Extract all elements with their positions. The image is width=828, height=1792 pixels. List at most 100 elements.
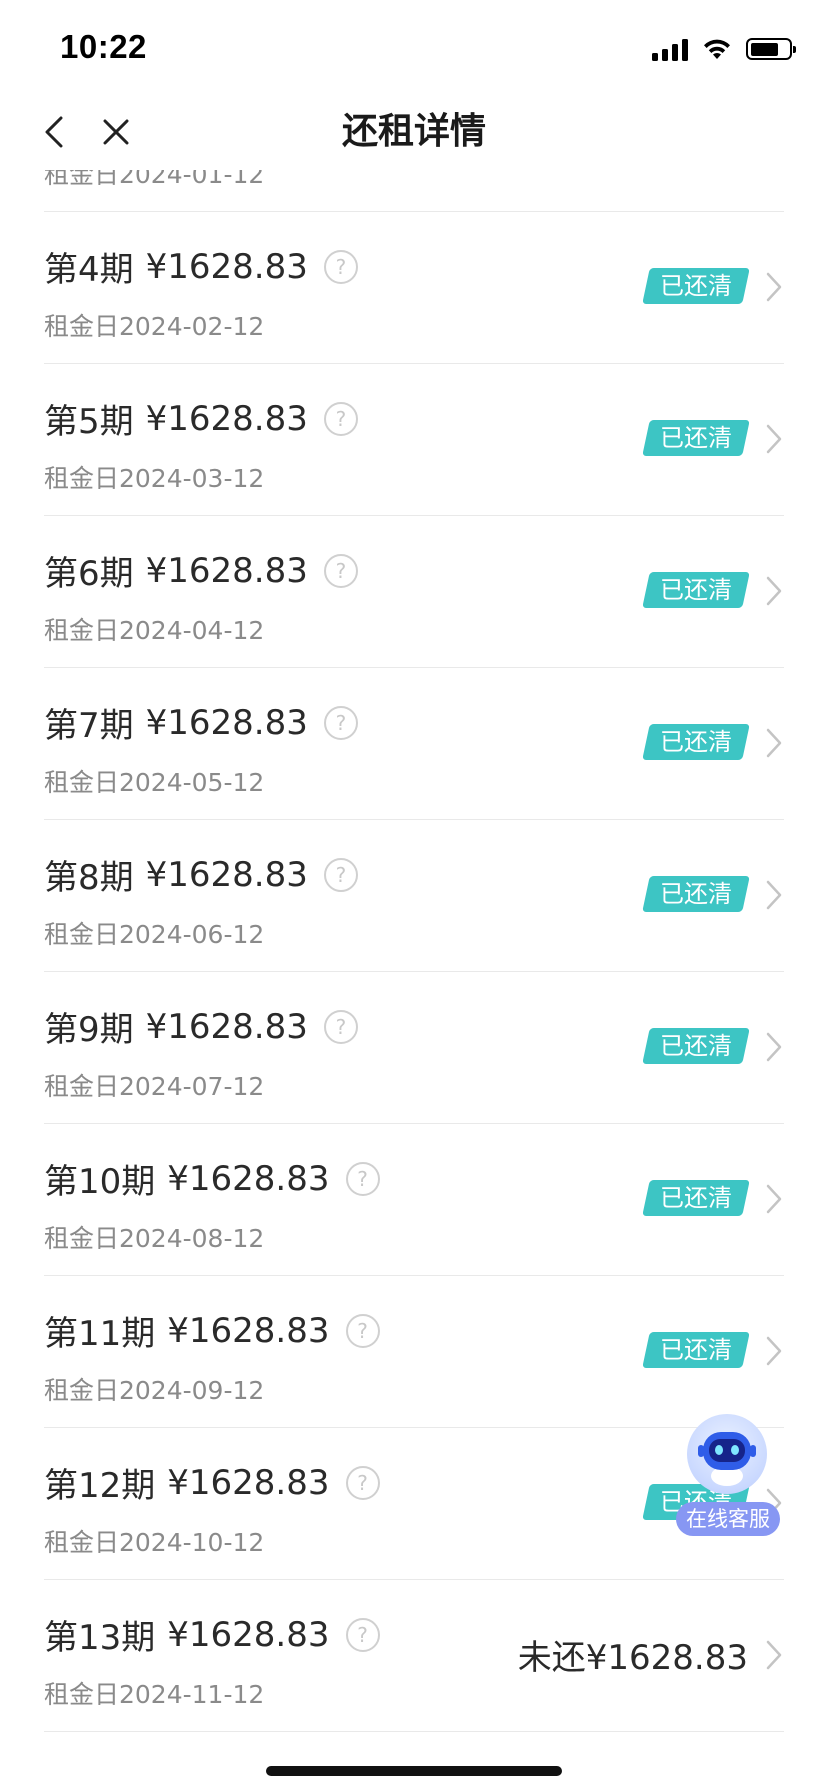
online-service-button[interactable]: 在线客服 xyxy=(672,1414,782,1538)
installment-period: 第7期 xyxy=(44,706,134,746)
installment-period: 第13期 xyxy=(44,1618,156,1658)
chevron-right-icon[interactable] xyxy=(764,1182,784,1216)
help-icon[interactable]: ? xyxy=(323,1009,358,1044)
installment-amount: ¥1628.83 xyxy=(167,1310,330,1351)
status-badge-label: 已还清 xyxy=(660,576,732,604)
installment-row[interactable]: 租金日2024-01-12已还清 xyxy=(44,170,784,212)
status-badge: 已还清 xyxy=(642,876,750,912)
chevron-right-icon[interactable] xyxy=(764,422,784,456)
installment-title: 第12期 ¥1628.83? xyxy=(44,1458,380,1507)
status-badge: 已还清 xyxy=(642,420,750,456)
help-icon[interactable]: ? xyxy=(345,1161,380,1196)
status-badge-label: 已还清 xyxy=(660,424,732,452)
help-icon[interactable]: ? xyxy=(323,857,358,892)
installment-title: 第11期 ¥1628.83? xyxy=(44,1306,380,1355)
rent-date: 租金日2024-09-12 xyxy=(44,1376,265,1405)
rent-date: 租金日2024-11-12 xyxy=(44,1680,265,1709)
chevron-right-icon[interactable] xyxy=(764,1334,784,1368)
status-badge: 已还清 xyxy=(642,1180,750,1216)
status-badge-label: 已还清 xyxy=(660,1032,732,1060)
installment-title: 第13期 ¥1628.83? xyxy=(44,1610,380,1659)
status-badge-label: 已还清 xyxy=(660,1184,732,1212)
rent-date: 租金日2024-10-12 xyxy=(44,1528,265,1557)
installment-row[interactable]: 第7期 ¥1628.83? 租金日2024-05-12 已还清 xyxy=(44,668,784,820)
status-badge-label: 已还清 xyxy=(660,728,732,756)
help-icon[interactable]: ? xyxy=(323,401,358,436)
help-icon[interactable]: ? xyxy=(323,705,358,740)
status-badge: 已还清 xyxy=(642,572,750,608)
installment-period: 第10期 xyxy=(44,1162,156,1202)
installment-amount: ¥1628.83 xyxy=(145,702,308,743)
rent-date: 租金日2024-02-12 xyxy=(44,312,265,341)
installment-period: 第11期 xyxy=(44,1314,156,1354)
wifi-icon xyxy=(702,37,732,61)
installment-period: 第5期 xyxy=(44,402,134,442)
status-bar: 10:22 xyxy=(0,0,828,96)
rent-date: 租金日2024-07-12 xyxy=(44,1072,265,1101)
installment-period: 第9期 xyxy=(44,1010,134,1050)
navigation-bar: 还租详情 xyxy=(0,96,828,170)
installment-title: 第8期 ¥1628.83? xyxy=(44,850,358,899)
battery-icon xyxy=(746,38,796,60)
help-icon[interactable]: ? xyxy=(345,1617,380,1652)
unpaid-amount: 未还¥1628.83 xyxy=(517,1638,748,1678)
help-icon[interactable]: ? xyxy=(323,553,358,588)
status-badge-label: 已还清 xyxy=(660,272,732,300)
page-title: 还租详情 xyxy=(341,111,486,152)
installment-title: 第10期 ¥1628.83? xyxy=(44,1154,380,1203)
chevron-right-icon[interactable] xyxy=(764,878,784,912)
rent-date: 租金日2024-05-12 xyxy=(44,768,265,797)
installment-title: 第5期 ¥1628.83? xyxy=(44,394,358,443)
installment-period: 第8期 xyxy=(44,858,134,898)
status-badge: 已还清 xyxy=(642,268,750,304)
online-service-label: 在线客服 xyxy=(676,1502,780,1536)
status-badge-label: 已还清 xyxy=(660,880,732,908)
rent-date: 租金日2024-01-12 xyxy=(44,170,265,189)
status-badge: 已还清 xyxy=(642,1028,750,1064)
installment-row[interactable]: 第4期 ¥1628.83? 租金日2024-02-12 已还清 xyxy=(44,212,784,364)
rent-date: 租金日2024-04-12 xyxy=(44,616,265,645)
installment-amount: ¥1628.83 xyxy=(145,550,308,591)
installment-row[interactable]: 第5期 ¥1628.83? 租金日2024-03-12 已还清 xyxy=(44,364,784,516)
installment-row[interactable]: 第10期 ¥1628.83? 租金日2024-08-12 已还清 xyxy=(44,1124,784,1276)
help-icon[interactable]: ? xyxy=(345,1313,380,1348)
installment-amount: ¥1628.83 xyxy=(167,1158,330,1199)
installment-row[interactable]: 第6期 ¥1628.83? 租金日2024-04-12 已还清 xyxy=(44,516,784,668)
robot-avatar-icon xyxy=(687,1414,767,1494)
installment-row[interactable]: 第13期 ¥1628.83? 租金日2024-11-12 未还¥1628.83 xyxy=(44,1580,784,1732)
status-badge: 已还清 xyxy=(642,1332,750,1368)
installment-amount: ¥1628.83 xyxy=(145,398,308,439)
home-indicator[interactable] xyxy=(266,1766,562,1776)
installment-period: 第12期 xyxy=(44,1466,156,1506)
installment-title: 第7期 ¥1628.83? xyxy=(44,698,358,747)
cellular-signal-icon xyxy=(652,37,688,61)
chevron-right-icon[interactable] xyxy=(764,574,784,608)
installment-amount: ¥1628.83 xyxy=(145,1006,308,1047)
installment-period: 第6期 xyxy=(44,554,134,594)
installment-list-viewport[interactable]: 租金日2024-01-12已还清第4期¥1628.83?租金日2024-02-1… xyxy=(0,170,828,1792)
installment-amount: ¥1628.83 xyxy=(145,246,308,287)
rent-date: 租金日2024-08-12 xyxy=(44,1224,265,1253)
help-icon[interactable]: ? xyxy=(323,249,358,284)
installment-row[interactable]: 第9期 ¥1628.83? 租金日2024-07-12 已还清 xyxy=(44,972,784,1124)
rent-date: 租金日2024-06-12 xyxy=(44,920,265,949)
chevron-right-icon[interactable] xyxy=(764,270,784,304)
status-time: 10:22 xyxy=(60,28,147,65)
rent-date: 租金日2024-03-12 xyxy=(44,464,265,493)
installment-row[interactable]: 第8期 ¥1628.83? 租金日2024-06-12 已还清 xyxy=(44,820,784,972)
installment-row[interactable]: 第11期 ¥1628.83? 租金日2024-09-12 已还清 xyxy=(44,1276,784,1428)
installment-amount: ¥1628.83 xyxy=(167,1462,330,1503)
installment-title: 第4期 ¥1628.83? xyxy=(44,242,358,291)
installment-amount: ¥1628.83 xyxy=(145,854,308,895)
chevron-right-icon[interactable] xyxy=(764,1638,784,1672)
help-icon[interactable]: ? xyxy=(345,1465,380,1500)
chevron-right-icon[interactable] xyxy=(764,1030,784,1064)
installment-title: 第9期 ¥1628.83? xyxy=(44,1002,358,1051)
installment-title: 第6期 ¥1628.83? xyxy=(44,546,358,595)
status-badge-label: 已还清 xyxy=(660,1336,732,1364)
status-badge: 已还清 xyxy=(642,724,750,760)
status-icons xyxy=(652,34,796,64)
chevron-right-icon[interactable] xyxy=(764,726,784,760)
installment-period: 第4期 xyxy=(44,250,134,290)
installment-amount: ¥1628.83 xyxy=(167,1614,330,1655)
